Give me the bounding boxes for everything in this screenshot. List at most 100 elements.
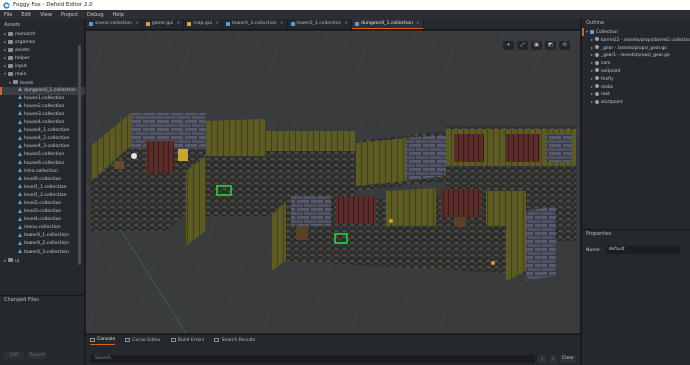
- outline-label: Collection: [596, 30, 618, 35]
- asset-file[interactable]: house4_1.collection: [0, 127, 85, 135]
- asset-file[interactable]: house6.collection: [0, 160, 85, 168]
- menu-file[interactable]: File: [4, 12, 12, 18]
- asset-label: house6.collection: [24, 160, 65, 166]
- asset-file[interactable]: level3.collection: [0, 208, 85, 216]
- viewport-tool-button[interactable]: ▣: [531, 41, 542, 50]
- outline-row[interactable]: ▸ mobs: [582, 83, 690, 91]
- asset-file[interactable]: house4.collection: [0, 119, 85, 127]
- editor-tab[interactable]: game.gui ×: [143, 19, 185, 29]
- outline-row[interactable]: ▸ root: [582, 90, 690, 98]
- asset-file[interactable]: tower0_3.collection: [0, 249, 85, 257]
- tab-icon: [170, 338, 176, 342]
- asset-folder[interactable]: ▸ helper: [0, 54, 85, 62]
- asset-label: house4_2.collection: [24, 136, 70, 142]
- asset-folder[interactable]: ▸ ui: [0, 257, 85, 265]
- asset-file[interactable]: level2.collection: [0, 200, 85, 208]
- outline-row[interactable]: ▸ _gear - /assets/props/_gear.go: [582, 44, 690, 52]
- viewport-tool-button[interactable]: ⤢: [517, 41, 528, 50]
- asset-file[interactable]: level0.collection: [0, 176, 85, 184]
- asset-file[interactable]: house4_3.collection: [0, 143, 85, 151]
- menu-debug[interactable]: Debug: [87, 12, 103, 18]
- viewport-tool-button[interactable]: ◩: [545, 41, 556, 50]
- outline-row[interactable]: ▸ cam: [582, 59, 690, 67]
- asset-file[interactable]: level1_2.collection: [0, 192, 85, 200]
- asset-file[interactable]: house5.collection: [0, 151, 85, 159]
- gui-icon: [145, 22, 150, 26]
- assets-panel: Assets ▸ monarch ▸ orgames ▸ assets ▸ helper ▸ in…: [0, 21, 85, 294]
- outline-label: startpoint: [601, 100, 623, 106]
- asset-label: monarch: [15, 32, 36, 37]
- close-icon[interactable]: ×: [215, 19, 219, 29]
- asset-folder[interactable]: ▸ orgames: [0, 38, 85, 46]
- viewport-tool-button[interactable]: +: [503, 41, 514, 50]
- asset-folder[interactable]: ▸ input: [0, 62, 85, 70]
- outline-row[interactable]: ▸ barrel22 - /assets/props/barrel2.collec…: [582, 36, 690, 44]
- clear-button[interactable]: Clear: [560, 354, 576, 363]
- asset-file[interactable]: level1_1.collection: [0, 184, 85, 192]
- close-icon[interactable]: ×: [344, 19, 348, 29]
- asset-file[interactable]: menu.collection: [0, 224, 85, 232]
- name-field[interactable]: default: [605, 246, 680, 254]
- console-search-input[interactable]: Search: [90, 354, 535, 363]
- asset-file[interactable]: house2.collection: [0, 103, 85, 111]
- close-icon[interactable]: ×: [176, 19, 180, 29]
- bottom-tab[interactable]: Console: [90, 335, 116, 345]
- outline-row[interactable]: ▸ startpoint: [582, 98, 690, 106]
- asset-file[interactable]: house1.collection: [0, 95, 85, 103]
- asset-folder[interactable]: ▸ monarch: [0, 30, 85, 38]
- viewport-tool-button[interactable]: ⟲: [559, 41, 570, 50]
- asset-label: house1.collection: [24, 95, 65, 101]
- bottom-tab[interactable]: Curve Editor: [125, 335, 161, 345]
- folder-icon: [8, 55, 13, 60]
- editor-tab[interactable]: scene.collection ×: [86, 19, 143, 29]
- outline-row[interactable]: ▸ firefly: [582, 75, 690, 83]
- search-next-button[interactable]: ›: [549, 354, 557, 363]
- asset-folder[interactable]: ▾ main: [0, 70, 85, 78]
- asset-folder[interactable]: ▸ assets: [0, 46, 85, 54]
- collection-icon: [355, 21, 360, 26]
- asset-label: ui: [15, 258, 20, 264]
- search-prev-button[interactable]: ‹: [538, 354, 546, 363]
- outline-header: Outline: [586, 20, 605, 26]
- asset-file[interactable]: tower0_1.collection: [0, 232, 85, 240]
- revert-button[interactable]: Revert: [27, 352, 47, 359]
- asset-label: input: [15, 64, 27, 70]
- asset-file[interactable]: tower0_2.collection: [0, 240, 85, 248]
- chevron-right-icon[interactable]: ▸: [589, 67, 595, 75]
- bottom-tab[interactable]: Build Errors: [170, 335, 204, 345]
- assets-scrollbar[interactable]: [78, 45, 81, 265]
- collection-icon: [18, 135, 22, 140]
- asset-file[interactable]: house3.collection: [0, 111, 85, 119]
- asset-file[interactable]: dungeon0_1.collection: [0, 86, 85, 95]
- editor-tab[interactable]: dungeon0_1.collection ×: [352, 19, 424, 29]
- asset-label: assets: [15, 48, 30, 54]
- tab-label: scene.collection: [95, 21, 132, 26]
- asset-file[interactable]: level4.collection: [0, 216, 85, 224]
- close-icon[interactable]: ×: [135, 19, 139, 29]
- close-icon[interactable]: ×: [416, 19, 420, 29]
- chevron-right-icon[interactable]: ▸: [589, 36, 595, 44]
- collection-icon: [18, 184, 22, 189]
- properties-header: Properties: [586, 231, 612, 237]
- menu-edit[interactable]: Edit: [21, 12, 31, 18]
- asset-file[interactable]: house4_2.collection: [0, 135, 85, 143]
- menu-project[interactable]: Project: [61, 12, 78, 18]
- close-icon[interactable]: ×: [280, 19, 284, 29]
- editor-tab[interactable]: tower0_3.collection ×: [223, 19, 288, 29]
- outline-row[interactable]: ▸ exitpoint: [582, 67, 690, 75]
- menu-view[interactable]: View: [40, 12, 52, 18]
- scene-viewport[interactable]: + ⤢ ▣ ◩ ⟲: [86, 31, 580, 333]
- diff-button[interactable]: Diff: [4, 352, 24, 359]
- collection-icon: [18, 143, 22, 148]
- asset-file[interactable]: intro.collection: [0, 168, 85, 176]
- chevron-right-icon[interactable]: ▸: [589, 75, 595, 83]
- bottom-tab[interactable]: Search Results: [214, 335, 255, 345]
- editor-tab[interactable]: tower0_1.collection ×: [288, 19, 353, 29]
- folder-icon: [8, 39, 13, 44]
- outline-row[interactable]: ▸ _gear1 - /assets/props/_gear.go: [582, 51, 690, 59]
- menu-help[interactable]: Help: [113, 12, 124, 18]
- asset-label: house4_3.collection: [24, 144, 70, 150]
- outline-row[interactable]: ▾ Collection: [582, 28, 690, 36]
- asset-folder[interactable]: ▾ levels: [0, 79, 85, 87]
- editor-tab[interactable]: map.gui ×: [184, 19, 223, 29]
